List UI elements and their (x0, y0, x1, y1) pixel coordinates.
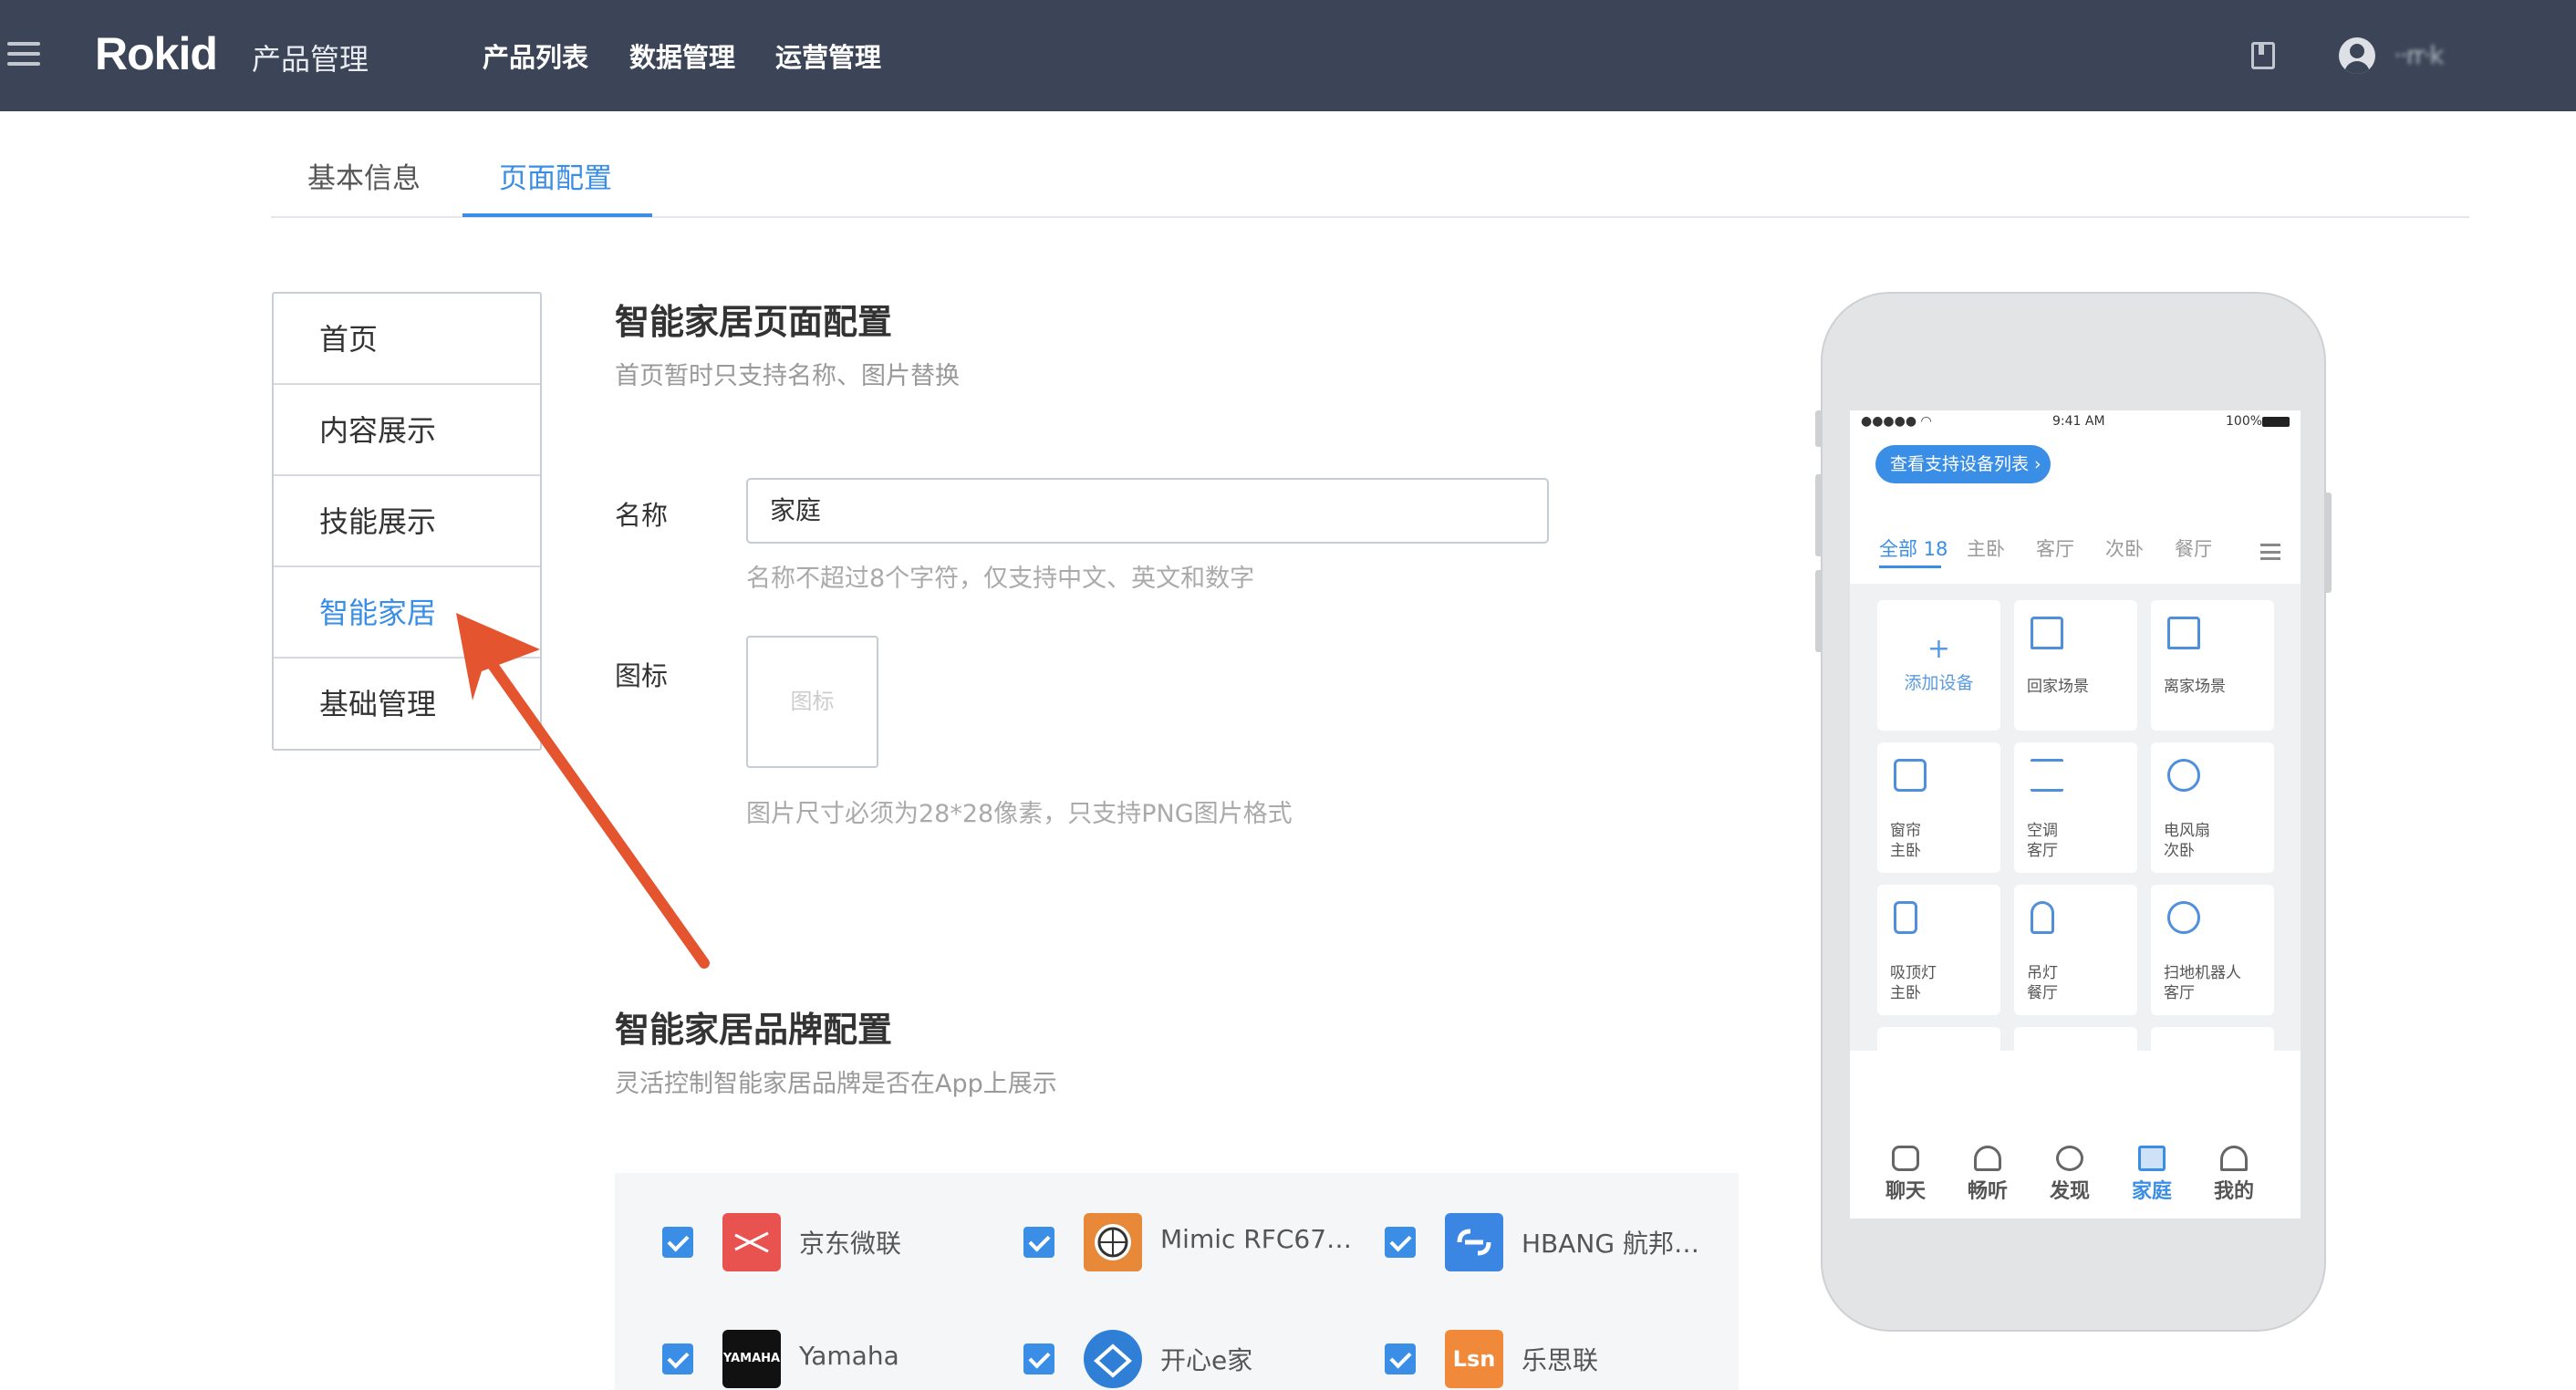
card-room: 主卧 (1890, 842, 1921, 860)
phone-preview: ●●●●● ◠ 9:41 AM 100% 查看支持设备列表 › 全部 18 主卧… (1821, 292, 2326, 1332)
fan-icon (2167, 759, 2200, 792)
card-title: 吊灯 (2027, 964, 2058, 982)
arrow-shaft (478, 647, 710, 969)
card-room: 餐厅 (2027, 984, 2058, 1002)
home-scene-icon (2031, 617, 2063, 649)
brand-checkbox[interactable] (662, 1227, 693, 1258)
kaixin-ejia-logo-icon (1084, 1330, 1142, 1388)
chat-icon (1892, 1146, 1919, 1171)
brand-name: 乐思联 (1522, 1345, 1599, 1375)
brand-name: 开心e家 (1160, 1345, 1253, 1375)
room-tab-living-room[interactable]: 客厅 (2036, 534, 2074, 562)
nav-label: 畅听 (1967, 1180, 2008, 1203)
hbang-logo-icon (1445, 1213, 1503, 1271)
brand-checkbox[interactable] (1023, 1343, 1054, 1374)
brand-list-panel: 京东微联 Mimic RFC67… HBANG 航邦… YAMAHA Yamah… (615, 1173, 1739, 1390)
card-room: 主卧 (1890, 984, 1921, 1002)
discover-icon (2056, 1146, 2083, 1171)
yamaha-logo-icon: YAMAHA (722, 1330, 781, 1388)
device-card-partial (2014, 1027, 2137, 1063)
card-title: 添加设备 (1904, 673, 1974, 693)
room-tab-all[interactable]: 全部 18 (1879, 534, 1948, 562)
card-title: 空调 (2027, 822, 2058, 840)
device-card-partial (1877, 1027, 2000, 1063)
device-card-partial (2151, 1027, 2274, 1063)
device-card-home-scene[interactable]: 回家场景 (2014, 600, 2137, 731)
phone-nav-home[interactable]: 家庭 (2120, 1146, 2184, 1204)
arrow-head (456, 613, 540, 700)
away-scene-icon (2167, 617, 2200, 649)
view-device-list-button[interactable]: 查看支持设备列表 › (1875, 445, 2051, 483)
room-menu-icon[interactable] (2260, 544, 2280, 560)
phone-nav-discover[interactable]: 发现 (2038, 1146, 2102, 1204)
phone-nav-chat[interactable]: 聊天 (1874, 1146, 1937, 1204)
device-card-air-conditioner[interactable]: 空调 客厅 (2014, 742, 2137, 873)
person-icon (2220, 1146, 2248, 1171)
curtain-icon (1894, 759, 1927, 792)
room-tab-second-bedroom[interactable]: 次卧 (2105, 534, 2144, 562)
lesilian-logo-icon: Lsn (1445, 1330, 1503, 1388)
brand-name: HBANG 航邦… (1522, 1229, 1699, 1259)
device-card-away-scene[interactable]: 离家场景 (2151, 600, 2274, 731)
brand-name: Mimic RFC67… (1160, 1224, 1353, 1254)
nav-label: 发现 (2049, 1180, 2090, 1203)
battery-icon (2262, 417, 2290, 427)
jd-weilian-logo-icon (722, 1213, 781, 1271)
status-time: 9:41 AM (2052, 414, 2105, 429)
nav-label: 我的 (2213, 1180, 2254, 1203)
card-title: 电风扇 (2164, 822, 2210, 840)
status-battery: 100% (2226, 414, 2263, 429)
brand-name: 京东微联 (799, 1229, 902, 1259)
phone-nav-listen[interactable]: 畅听 (1956, 1146, 2020, 1204)
device-card-curtain[interactable]: 窗帘 主卧 (1877, 742, 2000, 873)
brand-name: Yamaha (799, 1341, 899, 1371)
brand-checkbox[interactable] (1385, 1227, 1416, 1258)
device-card-add[interactable]: + 添加设备 (1877, 600, 2000, 731)
card-room: 客厅 (2027, 842, 2058, 860)
robot-vacuum-icon (2167, 901, 2200, 934)
room-tab-master-bedroom[interactable]: 主卧 (1967, 534, 2005, 562)
brand-checkbox[interactable] (662, 1343, 693, 1374)
card-title: 窗帘 (1890, 822, 1921, 840)
room-tab-indicator (1879, 565, 1941, 568)
card-room: 客厅 (2164, 984, 2195, 1002)
card-room: 次卧 (2164, 842, 2195, 860)
device-card-fan[interactable]: 电风扇 次卧 (2151, 742, 2274, 873)
nav-label: 聊天 (1885, 1180, 1926, 1203)
headphones-icon (1974, 1146, 2001, 1171)
brand-checkbox[interactable] (1023, 1227, 1054, 1258)
air-conditioner-icon (2031, 759, 2063, 792)
device-grid: + 添加设备 回家场景 离家场景 窗帘 主卧 空调 客厅 电风扇 次卧 吸顶灯 … (1850, 584, 2301, 1063)
card-title: 吸顶灯 (1890, 964, 1937, 982)
brand-config-title: 智能家居品牌配置 (615, 1010, 893, 1050)
nav-label: 家庭 (2131, 1180, 2172, 1203)
brand-config-subtitle: 灵活控制智能家居品牌是否在App上展示 (615, 1070, 1057, 1098)
card-title: 回家场景 (2027, 678, 2089, 696)
room-tab-dining-room[interactable]: 餐厅 (2175, 534, 2211, 562)
phone-nav-me[interactable]: 我的 (2202, 1146, 2266, 1204)
card-title: 扫地机器人 (2164, 964, 2241, 982)
device-card-pendant-light[interactable]: 吊灯 餐厅 (2014, 885, 2137, 1015)
device-card-ceiling-light[interactable]: 吸顶灯 主卧 (1877, 885, 2000, 1015)
brand-checkbox[interactable] (1385, 1343, 1416, 1374)
home-image-icon (2138, 1146, 2166, 1171)
ceiling-light-icon (1894, 901, 1917, 934)
bulb-icon (2031, 901, 2054, 934)
device-card-robot-vacuum[interactable]: 扫地机器人 客厅 (2151, 885, 2274, 1015)
card-title: 离家场景 (2164, 678, 2226, 696)
phone-screen: ●●●●● ◠ 9:41 AM 100% 查看支持设备列表 › 全部 18 主卧… (1850, 410, 2301, 1219)
signal-icon: ●●●●● ◠ (1861, 414, 1932, 429)
mimic-logo-icon (1084, 1213, 1142, 1271)
add-icon: + (1927, 633, 1951, 665)
